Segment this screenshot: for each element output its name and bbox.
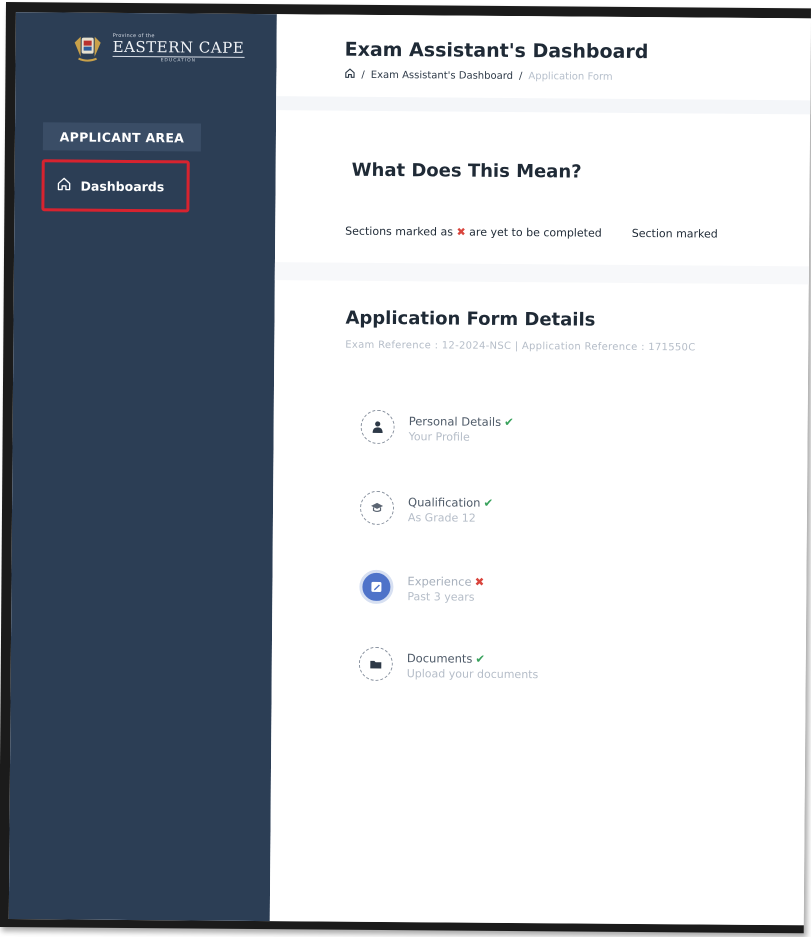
app-screen: Province of the EASTERN CAPE EDUCATION A… (8, 12, 811, 926)
complete-check-icon: ✔ (483, 495, 494, 510)
step-desc: Past 3 years (407, 590, 475, 604)
applicant-area-label: APPLICANT AREA (42, 122, 202, 152)
sidebar-item-dashboards[interactable]: Dashboards (41, 159, 190, 213)
step-qualification[interactable]: Qualification ✔ As Grade 12 (359, 490, 494, 526)
graduation-cap-icon (359, 490, 395, 526)
form-title: Application Form Details (345, 307, 596, 331)
coat-of-arms-icon (71, 31, 105, 65)
step-name: Qualification (408, 495, 481, 510)
user-icon (360, 409, 395, 445)
legend-incomplete-pre: Sections marked as (345, 224, 454, 239)
sidebar-item-label: Dashboards (80, 178, 165, 194)
step-desc: As Grade 12 (407, 511, 476, 525)
step-name: Documents (406, 651, 473, 666)
status-legend: Sections marked as ✖ are yet to be compl… (345, 225, 718, 241)
incomplete-cross-icon: ✖ (474, 574, 485, 589)
home-icon (56, 176, 71, 194)
step-desc: Your Profile (408, 430, 470, 444)
breadcrumb-separator: / (519, 70, 523, 82)
form-reference: Exam Reference : 12-2024-NSC | Applicati… (345, 339, 696, 354)
edit-icon (359, 569, 394, 605)
main-content: Exam Assistant's Dashboard / Exam Assist… (269, 14, 811, 926)
incomplete-mark-icon: ✖ (456, 225, 466, 239)
breadcrumb-dashboard-link[interactable]: Exam Assistant's Dashboard (371, 69, 513, 81)
header-divider (276, 96, 811, 115)
brand-sub-text: EDUCATION (160, 58, 197, 64)
legend-incomplete-text: Sections marked as ✖ are yet to be compl… (345, 225, 602, 240)
page-header: Exam Assistant's Dashboard / Exam Assist… (276, 14, 811, 101)
photo-frame: Province of the EASTERN CAPE EDUCATION A… (0, 2, 811, 934)
breadcrumb-current: Application Form (528, 70, 613, 83)
legend-title: What Does This Mean? (351, 159, 582, 183)
step-experience[interactable]: Experience ✖ Past 3 years (359, 569, 485, 605)
step-documents[interactable]: Documents ✔ Upload your documents (358, 646, 539, 682)
section-divider (274, 262, 811, 285)
brand-name: EASTERN CAPE (112, 37, 245, 58)
step-name: Personal Details (408, 414, 502, 429)
breadcrumb: / Exam Assistant's Dashboard / Applicati… (344, 68, 613, 84)
complete-check-icon: ✔ (504, 414, 514, 430)
step-desc: Upload your documents (406, 667, 539, 682)
legend-complete-text: Section marked (631, 226, 718, 241)
folder-icon (358, 646, 393, 682)
legend-incomplete-post: are yet to be completed (469, 225, 602, 240)
page-title: Exam Assistant's Dashboard (344, 38, 649, 64)
breadcrumb-home-icon[interactable] (344, 68, 355, 82)
step-personal-details[interactable]: Personal Details ✔ Your Profile (360, 409, 514, 445)
step-name: Experience (407, 574, 472, 589)
complete-check-icon: ✔ (475, 651, 486, 666)
sidebar: Province of the EASTERN CAPE EDUCATION A… (8, 12, 277, 922)
brand-logo[interactable]: Province of the EASTERN CAPE EDUCATION (71, 31, 245, 66)
breadcrumb-separator: / (361, 69, 365, 81)
